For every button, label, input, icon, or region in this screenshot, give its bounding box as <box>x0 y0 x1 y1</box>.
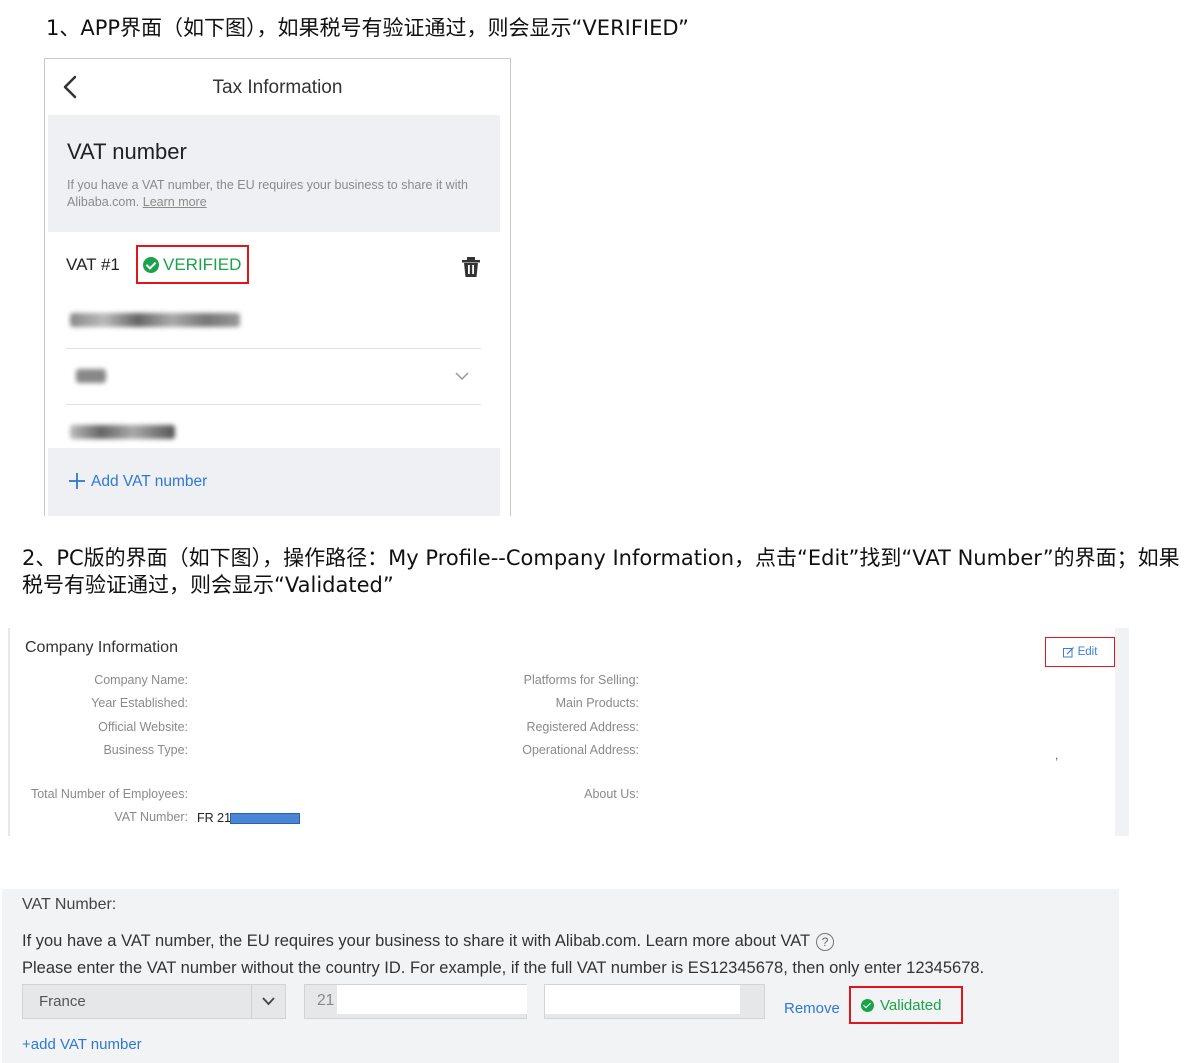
add-vat-bar[interactable]: Add VAT number <box>48 448 500 516</box>
edit-label: Edit <box>1077 646 1098 658</box>
app-title: Tax Information <box>212 77 343 98</box>
add-vat-link[interactable]: +add VAT number <box>22 1036 142 1053</box>
vat-number-edit-panel: VAT Number: If you have a VAT number, th… <box>2 889 1119 1063</box>
redacted-vat <box>337 985 527 1014</box>
vat-description: If you have a VAT number, the EU require… <box>67 177 487 211</box>
redacted-value <box>70 425 175 439</box>
redacted-vat <box>230 813 300 824</box>
validated-badge: Validated <box>849 986 963 1024</box>
app-heading: 1、APP界面（如下图），如果税号有验证通过，则会显示“VERIFIED” <box>46 16 689 40</box>
company-name-label: Company Name: <box>94 673 188 687</box>
redacted-value <box>70 313 240 327</box>
employees-label: Total Number of Employees: <box>30 787 188 801</box>
business-type-label: Business Type: <box>103 743 188 757</box>
redacted-value <box>76 369 106 383</box>
vat-form-instruction: Please enter the VAT number without the … <box>22 959 985 977</box>
check-circle-icon <box>143 256 159 273</box>
country-select[interactable] <box>66 349 481 405</box>
country-select[interactable]: France <box>22 984 286 1019</box>
app-bar: Tax Information <box>45 59 510 115</box>
registered-address-label: Registered Address: <box>526 720 639 734</box>
platforms-label: Platforms for Selling: <box>523 673 639 687</box>
company-name-input[interactable] <box>544 984 765 1019</box>
add-vat-label: Add VAT number <box>91 473 208 490</box>
vat-prefix: 21 <box>317 992 335 1009</box>
country-value: France <box>39 993 86 1010</box>
address-separator: , <box>1055 748 1059 762</box>
chevron-down-icon <box>251 985 285 1018</box>
vat-form-title: VAT Number: <box>22 896 117 913</box>
vat-number-value: FR 21 <box>197 811 232 825</box>
remove-link[interactable]: Remove <box>784 1000 840 1017</box>
validated-text: Validated <box>880 996 942 1014</box>
main-products-label: Main Products: <box>555 696 639 710</box>
trash-icon[interactable] <box>461 256 481 278</box>
check-circle-icon <box>861 998 874 1012</box>
vat-item-label: VAT #1 <box>66 255 120 274</box>
edit-button[interactable]: Edit <box>1045 637 1115 667</box>
scroll-gutter <box>1115 628 1129 836</box>
vat-number-input[interactable]: 21 <box>304 984 527 1019</box>
company-information-panel: Company Information Edit Company Name: Y… <box>8 628 1129 836</box>
year-established-label: Year Established: <box>91 696 188 710</box>
help-icon[interactable]: ? <box>816 932 835 951</box>
vat-number-field[interactable] <box>66 293 481 349</box>
plus-icon <box>69 473 85 489</box>
edit-icon <box>1062 646 1074 657</box>
verified-badge: VERIFIED <box>136 245 249 284</box>
chevron-down-icon <box>455 372 469 381</box>
official-website-label: Official Website: <box>98 720 188 734</box>
vat-section-title: VAT number <box>67 139 187 164</box>
learn-more-link[interactable]: Learn more <box>143 195 207 209</box>
redacted-value <box>545 985 740 1014</box>
operational-address-label: Operational Address: <box>522 743 639 757</box>
vat-number-label: VAT Number: <box>114 810 188 824</box>
company-info-title: Company Information <box>25 639 178 656</box>
vat-form-info-text: If you have a VAT number, the EU require… <box>22 932 811 950</box>
pc-heading: 2、PC版的界面（如下图），操作路径：My Profile--Company I… <box>22 546 1180 597</box>
vat-form-info: If you have a VAT number, the EU require… <box>22 932 835 951</box>
about-us-label: About Us: <box>584 787 639 801</box>
verified-text: VERIFIED <box>163 254 242 274</box>
app-tax-information-screen: Tax Information VAT number If you have a… <box>44 58 511 516</box>
vat-description-text: If you have a VAT number, the EU require… <box>67 178 468 209</box>
vat-info-section: VAT number If you have a VAT number, the… <box>48 115 500 232</box>
